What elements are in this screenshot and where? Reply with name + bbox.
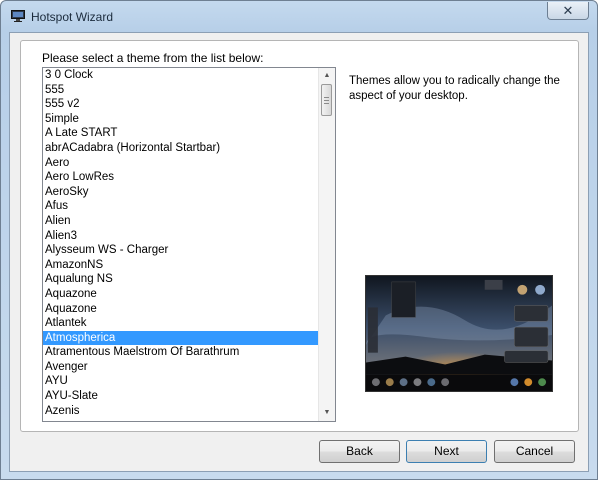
theme-listbox[interactable]: 3 0 Clock 555 555 v2 5imple A Late START abrA… <box>42 67 336 422</box>
theme-list-item[interactable]: Aero LowRes <box>43 170 318 185</box>
theme-list-item[interactable]: Aquazone <box>43 287 318 302</box>
theme-list-items: 3 0 Clock 555 555 v2 5imple A Late START abrA… <box>43 68 318 421</box>
thumb-grip <box>324 97 329 98</box>
theme-list-item[interactable]: Afus <box>43 199 318 214</box>
title-bar[interactable]: Hotspot Wizard ✕ <box>1 1 597 33</box>
back-button[interactable]: Back <box>319 440 400 463</box>
theme-list-item[interactable]: Avenger <box>43 360 318 375</box>
scroll-thumb[interactable] <box>321 84 332 116</box>
theme-list-item[interactable]: 555 <box>43 83 318 98</box>
theme-list-item[interactable]: A Late START <box>43 126 318 141</box>
scroll-up-arrow-icon[interactable]: ▲ <box>319 68 335 84</box>
theme-list-item[interactable]: abrACadabra (Horizontal Startbar) <box>43 141 318 156</box>
theme-list-item[interactable]: Alien3 <box>43 229 318 244</box>
theme-list-item[interactable]: Aqualung NS <box>43 272 318 287</box>
close-button[interactable]: ✕ <box>547 2 589 20</box>
monitor-app-icon <box>11 10 25 22</box>
theme-list-item[interactable]: 555 v2 <box>43 97 318 112</box>
theme-description: Themes allow you to radically change the… <box>349 75 560 102</box>
close-icon: ✕ <box>562 3 574 18</box>
theme-list-item[interactable]: Atlantek <box>43 316 318 331</box>
scroll-down-arrow-icon[interactable]: ▼ <box>319 405 335 421</box>
theme-list-item[interactable]: Azenis <box>43 404 318 419</box>
theme-list-item[interactable]: Atmospherica <box>43 330 318 346</box>
theme-list-item[interactable]: Aero <box>43 156 318 171</box>
theme-list-item[interactable]: Alien <box>43 214 318 229</box>
thumb-grip <box>324 100 329 101</box>
theme-list-item[interactable]: AmazonNS <box>43 258 318 273</box>
wizard-window: Hotspot Wizard ✕ Please select a theme f… <box>0 0 598 480</box>
window-title: Hotspot Wizard <box>31 10 114 24</box>
wizard-content: Please select a theme from the list belo… <box>9 32 589 472</box>
theme-list-item[interactable]: Atramentous Maelstrom Of Barathrum <box>43 345 318 360</box>
theme-preview-image <box>365 275 553 392</box>
theme-list-item[interactable]: AYU-Slate <box>43 389 318 404</box>
theme-list-item[interactable]: Alysseum WS - Charger <box>43 243 318 258</box>
theme-list-item[interactable]: 5imple <box>43 112 318 127</box>
prompt-label: Please select a theme from the list belo… <box>42 51 264 65</box>
thumb-grip <box>324 103 329 104</box>
next-button[interactable]: Next <box>406 440 487 463</box>
cancel-button[interactable]: Cancel <box>494 440 575 463</box>
theme-list-item[interactable]: AYU <box>43 374 318 389</box>
theme-panel: Please select a theme from the list belo… <box>20 40 579 432</box>
theme-list-item[interactable]: 3 0 Clock <box>43 68 318 83</box>
theme-list-item[interactable]: AeroSky <box>43 185 318 200</box>
theme-list-item[interactable]: Aquazone <box>43 302 318 317</box>
vertical-scrollbar[interactable]: ▲ ▼ <box>318 68 335 421</box>
